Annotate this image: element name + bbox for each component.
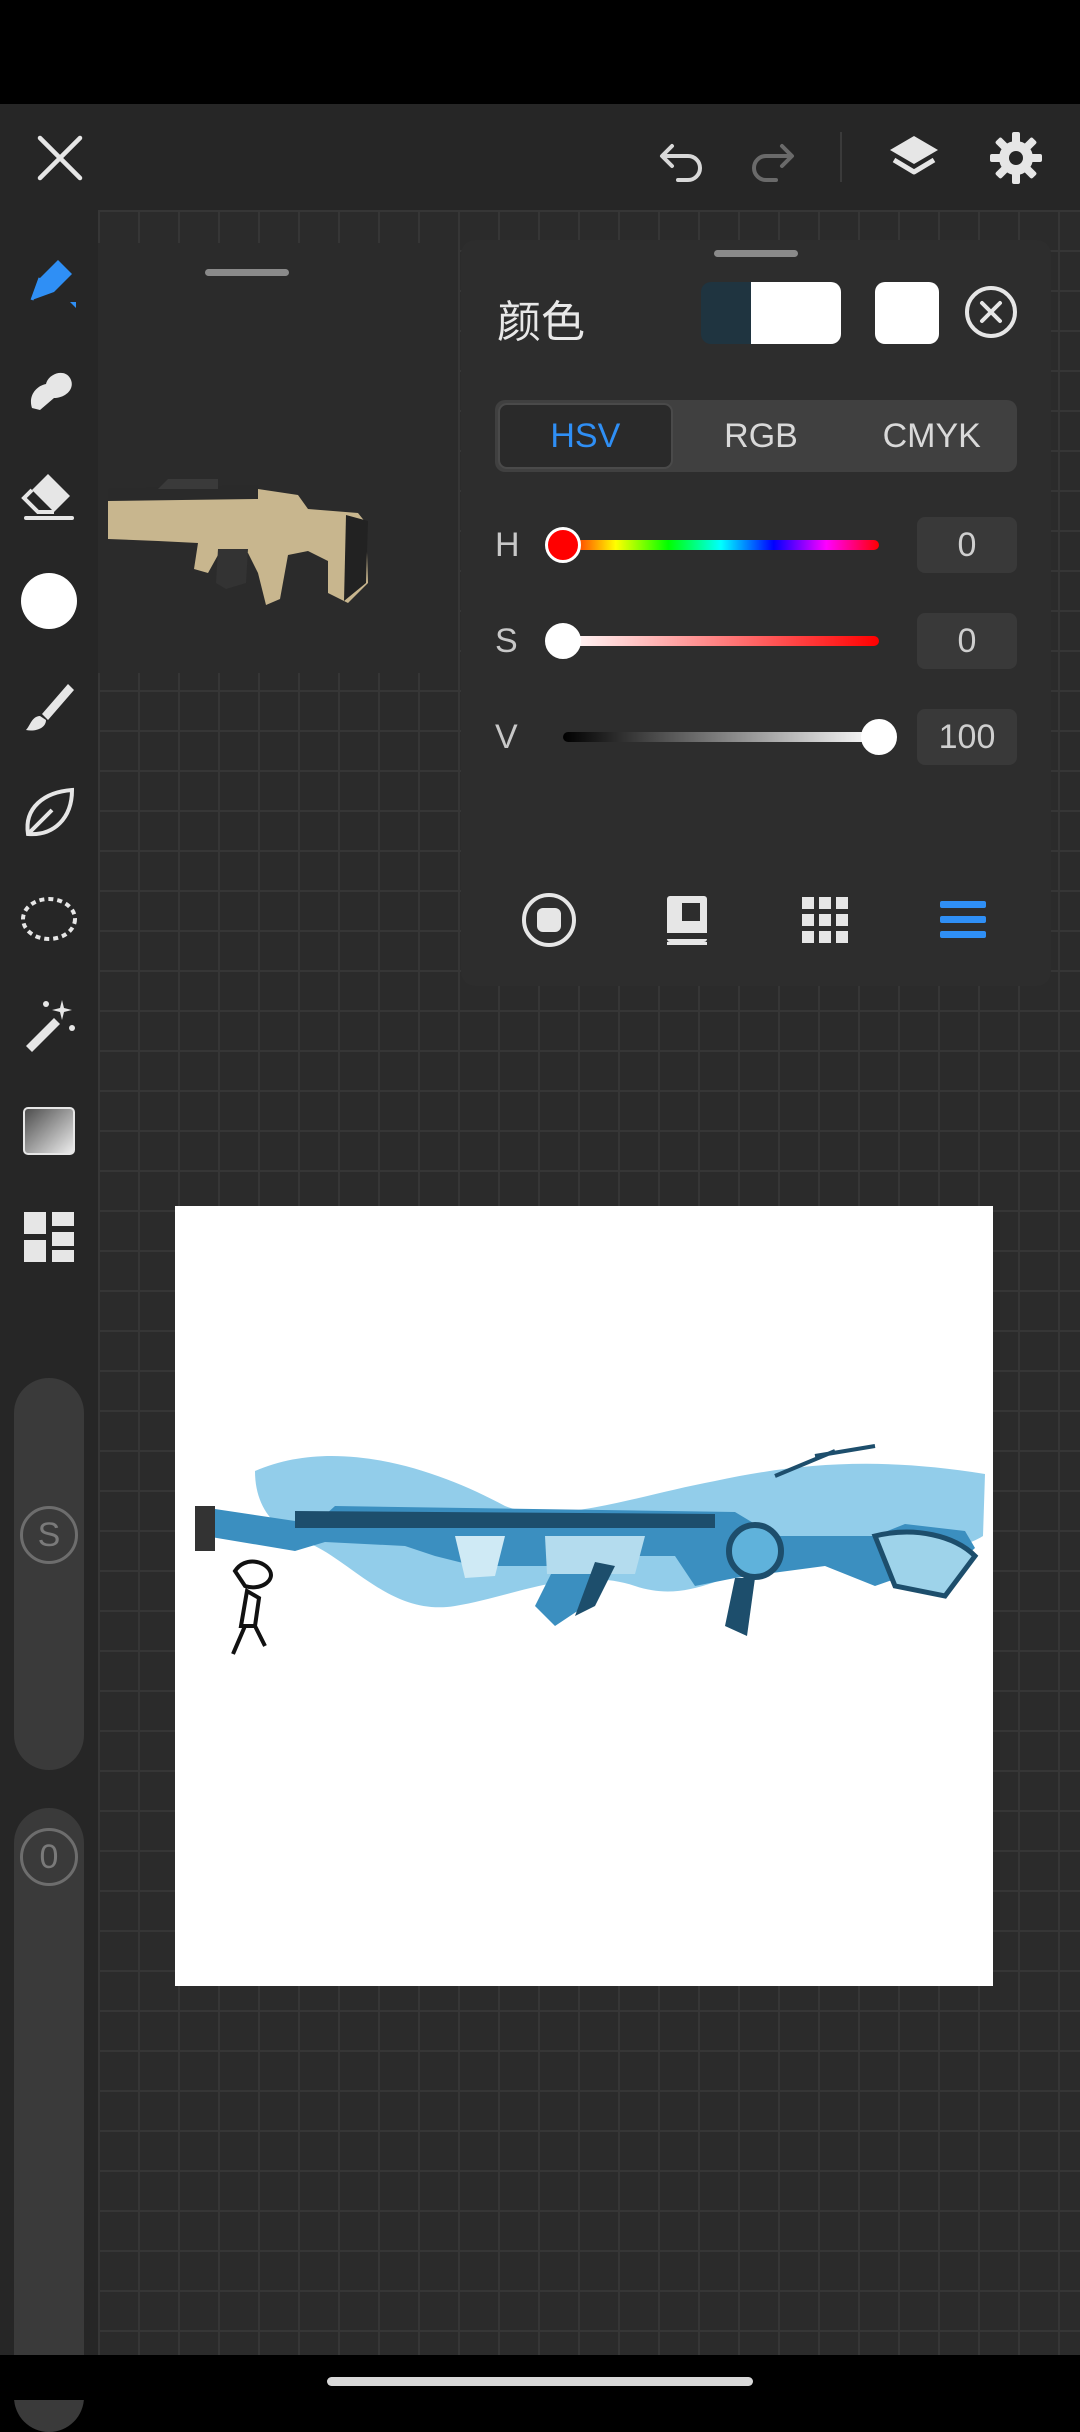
close-circle-icon[interactable]: [963, 284, 1019, 340]
gradient-icon: [23, 1107, 75, 1155]
brush-tool[interactable]: [14, 248, 84, 318]
value-slider[interactable]: [563, 732, 879, 742]
hue-label: H: [495, 526, 520, 564]
color-panel-title: 颜色: [497, 298, 585, 347]
palette-book-icon: [667, 896, 707, 945]
leaf-tool[interactable]: [14, 778, 84, 848]
color-tool[interactable]: [14, 566, 84, 636]
saturation-value[interactable]: 0: [917, 613, 1017, 669]
undo-icon: [660, 144, 702, 182]
leaf-icon: [25, 787, 75, 837]
sliders-icon: [940, 901, 986, 938]
tab-sliders[interactable]: [933, 890, 993, 950]
lasso-tool[interactable]: [14, 884, 84, 954]
saturation-label: S: [495, 622, 518, 660]
undo-button[interactable]: [650, 126, 714, 190]
value-value[interactable]: 100: [917, 709, 1017, 765]
magic-wand-tool[interactable]: [14, 990, 84, 1060]
smudge-icon: [30, 372, 72, 410]
tab-grid-swatches[interactable]: [795, 890, 855, 950]
previous-color[interactable]: [701, 282, 751, 344]
hue-value[interactable]: 0: [917, 517, 1017, 573]
divider: [840, 132, 842, 182]
color-panel: 颜色 HSV RGB CMYK H 0 S 0 V 100: [461, 240, 1051, 986]
current-color-swatch[interactable]: [875, 282, 939, 344]
lasso-icon: [21, 897, 77, 941]
close-button[interactable]: [28, 126, 92, 190]
brush-size-slider[interactable]: S: [14, 1378, 84, 1770]
color-panel-view-tabs: [461, 890, 1051, 950]
color-panel-handle[interactable]: [714, 250, 798, 257]
opacity-slider[interactable]: 0: [14, 1808, 84, 2432]
redo-icon: [752, 144, 794, 182]
drawing-canvas[interactable]: [175, 1206, 993, 1986]
reference-rifle-image: [108, 479, 368, 605]
size-badge: S: [20, 1506, 78, 1564]
tab-disc[interactable]: [519, 890, 579, 950]
layers-button[interactable]: [882, 126, 946, 190]
tab-palette-book[interactable]: [657, 890, 717, 950]
grid-swatches-icon: [802, 897, 848, 943]
color-mode-tabs: HSV RGB CMYK: [495, 400, 1017, 472]
hue-slider[interactable]: [563, 540, 879, 550]
opacity-badge: 0: [20, 1828, 78, 1886]
tool-sidebar: S 0: [0, 210, 98, 2432]
magic-wand-icon: [26, 1000, 75, 1052]
top-bar: [0, 104, 1080, 210]
canvas-artwork: [195, 1444, 985, 1655]
color-compare-swatch[interactable]: [701, 282, 841, 344]
new-color[interactable]: [751, 282, 841, 344]
close-icon: [37, 135, 83, 181]
reference-panel-handle[interactable]: [205, 269, 289, 276]
smudge-tool[interactable]: [14, 354, 84, 424]
eraser-tool[interactable]: [14, 460, 84, 530]
gear-icon: [990, 132, 1042, 184]
hue-slider-thumb[interactable]: [545, 527, 581, 563]
home-indicator[interactable]: [327, 2377, 753, 2386]
saturation-slider[interactable]: [563, 636, 879, 646]
disc-icon: [522, 893, 576, 947]
brush-icon: [30, 260, 76, 308]
tab-hsv[interactable]: HSV: [498, 403, 673, 469]
navigation-bar: [0, 2355, 1080, 2400]
paint-brush-icon: [26, 684, 74, 731]
gradient-tool[interactable]: [14, 1096, 84, 1166]
reference-image-panel[interactable]: [98, 243, 458, 673]
layers-icon: [890, 136, 938, 175]
tab-cmyk[interactable]: CMYK: [846, 400, 1017, 472]
grid-tiles-icon: [24, 1212, 74, 1262]
saturation-slider-thumb[interactable]: [545, 623, 581, 659]
more-tools[interactable]: [14, 1202, 84, 1272]
tab-rgb[interactable]: RGB: [676, 400, 847, 472]
redo-button[interactable]: [740, 126, 804, 190]
paint-tool[interactable]: [14, 672, 84, 742]
eraser-icon: [21, 474, 74, 520]
value-label: V: [495, 718, 518, 756]
color-dot-icon: [21, 573, 77, 629]
status-bar: [0, 0, 1080, 104]
value-slider-thumb[interactable]: [861, 719, 897, 755]
settings-button[interactable]: [984, 126, 1048, 190]
